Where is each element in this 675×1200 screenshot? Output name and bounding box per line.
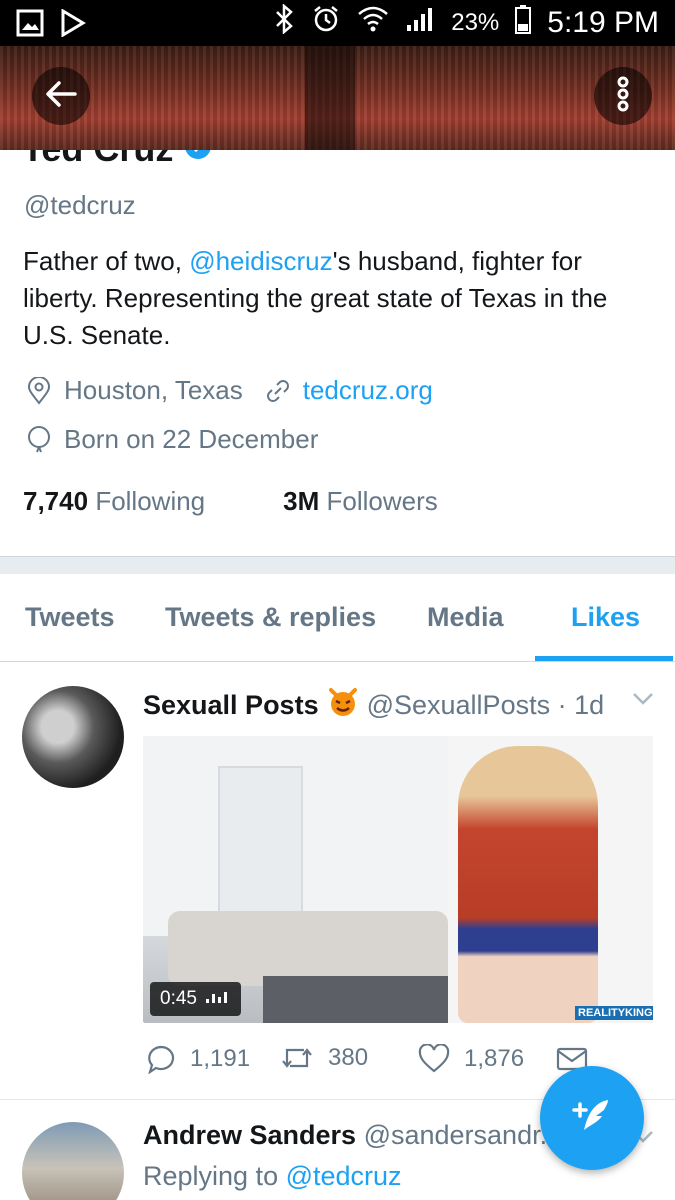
tweet-handle-time: @SexuallPosts · 1d bbox=[366, 690, 605, 720]
followers-stat[interactable]: 3M Followers bbox=[283, 486, 438, 517]
reply-count: 1,191 bbox=[190, 1045, 251, 1072]
tweet-author-avatar[interactable] bbox=[22, 1122, 124, 1200]
retweet-count: 380 bbox=[328, 1044, 369, 1071]
birthday-row: Born on 22 December bbox=[24, 424, 318, 455]
like-count: 1,876 bbox=[464, 1045, 525, 1072]
birthday-text: Born on 22 December bbox=[64, 424, 319, 454]
follow-stats: 7,740 Following 3M Followers bbox=[23, 486, 438, 517]
signal-icon bbox=[405, 5, 435, 41]
bio-text-start: Father of two, bbox=[23, 246, 190, 276]
tab-media[interactable]: Media bbox=[427, 602, 504, 633]
video-duration: 0:45 bbox=[160, 988, 197, 1009]
more-options-button[interactable] bbox=[594, 67, 652, 125]
tweet-header: Andrew Sanders @sandersandr... bbox=[143, 1120, 553, 1151]
tweet-handle: @sandersandr... bbox=[363, 1120, 553, 1150]
replying-to: Replying to @tedcruz bbox=[143, 1161, 402, 1192]
section-divider bbox=[0, 556, 675, 574]
devil-emoji-icon bbox=[327, 686, 359, 725]
following-stat[interactable]: 7,740 Following bbox=[23, 486, 205, 517]
more-vertical-icon bbox=[616, 76, 630, 117]
profile-banner bbox=[0, 46, 675, 150]
battery-icon bbox=[515, 4, 532, 42]
replying-to-prefix: Replying to bbox=[143, 1161, 286, 1191]
tab-tweets[interactable]: Tweets bbox=[25, 602, 115, 633]
wifi-icon bbox=[357, 4, 389, 42]
arrow-left-icon bbox=[45, 80, 77, 113]
clock: 5:19 PM bbox=[547, 6, 659, 39]
compose-feather-icon bbox=[568, 1092, 616, 1145]
play-store-icon bbox=[60, 8, 86, 42]
alarm-icon bbox=[311, 4, 341, 42]
compose-tweet-button[interactable] bbox=[540, 1066, 644, 1170]
retweet-icon bbox=[280, 1045, 314, 1071]
profile-tabs: Tweets Tweets & replies Media Likes bbox=[0, 574, 675, 662]
link-icon bbox=[263, 376, 293, 406]
following-count: 7,740 bbox=[23, 486, 89, 516]
battery-percentage: 23% bbox=[451, 9, 500, 36]
tweet-author-name[interactable]: Sexuall Posts bbox=[143, 690, 319, 721]
chevron-down-icon[interactable] bbox=[632, 692, 654, 711]
tweet-author-avatar[interactable] bbox=[22, 686, 124, 788]
like-action[interactable]: 1,876 bbox=[418, 1044, 524, 1074]
followers-label: Followers bbox=[326, 486, 438, 516]
heart-icon bbox=[418, 1044, 450, 1074]
video-duration-badge: 0:45 bbox=[150, 982, 241, 1016]
tweet-author-name[interactable]: Andrew Sanders bbox=[143, 1120, 356, 1150]
back-button[interactable] bbox=[32, 67, 90, 125]
location-text: Houston, Texas bbox=[64, 375, 243, 405]
following-label: Following bbox=[95, 486, 206, 516]
active-tab-indicator bbox=[535, 656, 673, 661]
tab-tweets-replies[interactable]: Tweets & replies bbox=[165, 602, 376, 633]
video-watermark: REALITYKINGS.COM bbox=[575, 1006, 653, 1020]
tab-likes[interactable]: Likes bbox=[571, 602, 640, 633]
tweet-header: Sexuall Posts @SexuallPosts · 1d bbox=[143, 686, 604, 725]
bio-mention-link[interactable]: @heidiscruz bbox=[189, 246, 332, 276]
location-pin-icon bbox=[24, 376, 54, 406]
retweet-action[interactable]: 380 bbox=[280, 1044, 368, 1072]
location-website-row: Houston, Texas tedcruz.org bbox=[24, 375, 433, 406]
followers-count: 3M bbox=[283, 486, 320, 516]
profile-handle: @tedcruz bbox=[24, 190, 136, 220]
bluetooth-icon bbox=[273, 3, 295, 42]
reply-action[interactable]: 1,191 bbox=[146, 1044, 250, 1074]
audio-bars-icon bbox=[205, 988, 231, 1010]
profile-bio: Father of two, @heidiscruz's husband, fi… bbox=[23, 243, 653, 354]
tweet-video-thumbnail[interactable]: REALITYKINGS.COM bbox=[143, 736, 653, 1023]
video-scene-wall bbox=[143, 736, 483, 936]
gallery-icon bbox=[16, 9, 44, 42]
status-bar: 23% 5:19 PM bbox=[0, 0, 675, 46]
balloon-icon bbox=[24, 425, 54, 455]
website-link[interactable]: tedcruz.org bbox=[303, 375, 433, 406]
video-scene-figure bbox=[458, 746, 598, 1023]
replying-to-link[interactable]: @tedcruz bbox=[286, 1161, 402, 1191]
reply-icon bbox=[146, 1044, 176, 1074]
video-scene-sofa bbox=[168, 911, 448, 986]
